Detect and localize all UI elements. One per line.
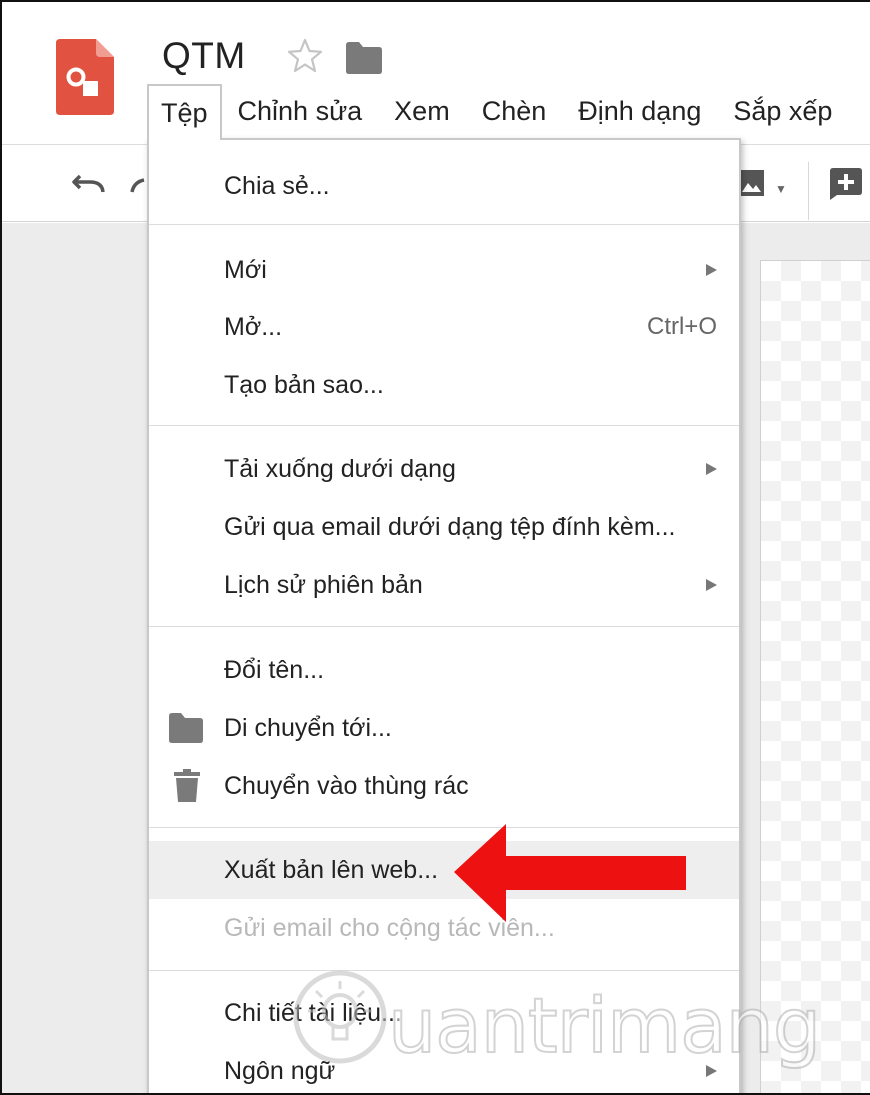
menu-item-label: Di chuyển tới... [224, 713, 392, 742]
toolbar-separator [808, 162, 809, 220]
document-title[interactable]: QTM [162, 35, 246, 77]
menu-item-label: Tải xuống dưới dạng [224, 454, 456, 483]
menu-item-email-attachment[interactable]: Gửi qua email dưới dạng tệp đính kèm... [149, 498, 739, 556]
menu-item-new[interactable]: Mới [149, 241, 739, 299]
menu-item-make-copy[interactable]: Tạo bản sao... [149, 356, 739, 414]
lightbulb-logo-icon [293, 970, 387, 1064]
menu-separator [149, 425, 739, 426]
menu-item-download-as[interactable]: Tải xuống dưới dạng [149, 440, 739, 498]
menu-item-version-history[interactable]: Lịch sử phiên bản [149, 556, 739, 614]
menu-item-label: Tạo bản sao... [224, 370, 384, 399]
menu-view[interactable]: Xem [378, 84, 466, 140]
slides-logo-icon[interactable] [56, 39, 114, 115]
folder-icon [169, 713, 203, 743]
menu-insert[interactable]: Chèn [466, 84, 563, 140]
menu-item-share[interactable]: Chia sẻ... [149, 157, 739, 215]
screenshot-frame: QTM Tệp Chỉnh sửa Xem Chèn Định dạng Sắp… [0, 0, 870, 1095]
menu-item-move-to-trash[interactable]: Chuyển vào thùng rác [149, 757, 739, 815]
menu-edit[interactable]: Chỉnh sửa [222, 84, 379, 140]
menu-item-label: Chia sẻ... [224, 171, 330, 200]
submenu-arrow-icon [706, 463, 717, 475]
trash-icon [174, 769, 200, 802]
menu-format[interactable]: Định dạng [562, 84, 717, 140]
menu-item-label: Mới [224, 255, 267, 284]
undo-icon[interactable] [70, 168, 106, 196]
red-arrow-annotation-icon [454, 824, 686, 922]
shortcut-text: Ctrl+O [646, 313, 717, 340]
menu-item-label: Đổi tên... [224, 655, 325, 684]
menu-item-move-to[interactable]: Di chuyển tới... [149, 699, 739, 757]
menu-item-label: Chuyển vào thùng rác [224, 771, 469, 800]
star-icon[interactable] [286, 37, 324, 75]
image-dropdown-caret-icon[interactable]: ▼ [775, 182, 787, 196]
menu-item-open[interactable]: Mở... Ctrl+O [149, 298, 739, 356]
menu-arrange[interactable]: Sắp xếp [717, 84, 848, 140]
submenu-arrow-icon [706, 264, 717, 276]
folder-icon[interactable] [346, 42, 382, 74]
watermark-text: uantrimang [387, 980, 822, 1071]
menu-file[interactable]: Tệp [147, 84, 222, 140]
menu-item-label: Mở... [224, 312, 283, 341]
menu-item-label: Gửi qua email dưới dạng tệp đính kèm... [224, 512, 676, 541]
menu-separator [149, 224, 739, 225]
menu-item-label: Xuất bản lên web... [224, 855, 439, 884]
menu-item-label: Lịch sử phiên bản [224, 570, 423, 599]
menu-item-rename[interactable]: Đổi tên... [149, 641, 739, 699]
file-menu-dropdown: Chia sẻ... Mới Mở... Ctrl+O Tạo bản sao.… [147, 138, 741, 1093]
add-comment-icon[interactable] [830, 168, 862, 200]
watermark: uantrimang [290, 967, 822, 1079]
menu-bar: Tệp Chỉnh sửa Xem Chèn Định dạng Sắp xếp [147, 84, 848, 140]
redo-icon[interactable] [130, 168, 148, 196]
submenu-arrow-icon [706, 579, 717, 591]
image-icon[interactable] [738, 168, 768, 198]
menu-separator [149, 626, 739, 627]
